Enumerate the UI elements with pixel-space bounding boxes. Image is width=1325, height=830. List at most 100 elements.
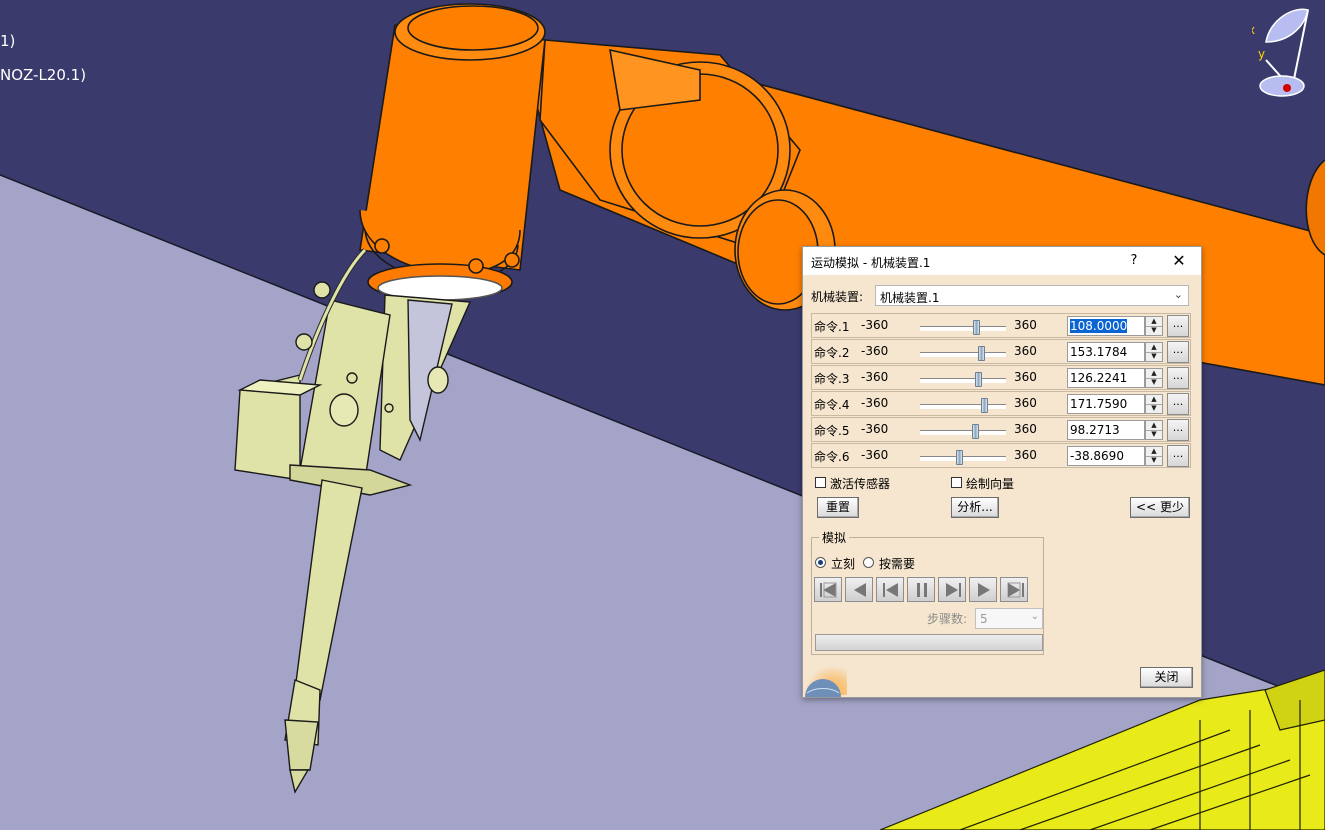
activate-sensors-label: 激活传感器 — [830, 477, 891, 491]
command-more-button[interactable]: ... — [1167, 445, 1189, 467]
command-value-field[interactable]: 171.7590 — [1067, 394, 1145, 414]
chevron-down-icon: ⌄ — [1030, 611, 1039, 622]
command-more-button[interactable]: ... — [1167, 419, 1189, 441]
spin-down-icon[interactable]: ▼ — [1146, 352, 1162, 361]
spin-down-icon[interactable]: ▼ — [1146, 430, 1162, 439]
jump-to-end-icon — [1007, 582, 1024, 598]
immediate-label: 立刻 — [831, 557, 856, 571]
pause-button[interactable] — [907, 577, 935, 602]
play-forward-icon — [978, 583, 990, 597]
chevron-down-icon: ⌄ — [1173, 288, 1183, 301]
less-button[interactable]: << 更少 — [1130, 497, 1190, 518]
command-min: -360 — [861, 344, 889, 358]
command-spinner[interactable]: ▲ ▼ — [1145, 342, 1163, 362]
command-value: 153.1784 — [1070, 345, 1128, 359]
spin-down-icon[interactable]: ▼ — [1146, 456, 1162, 465]
command-value-field[interactable]: 126.2241 — [1067, 368, 1145, 388]
command-value-field[interactable]: 108.0000 — [1067, 316, 1145, 336]
mechanism-select-value: 机械装置.1 — [880, 291, 940, 305]
dialog-titlebar[interactable]: 运动模拟 - 机械装置.1 ? ✕ — [803, 247, 1201, 275]
command-min: -360 — [861, 370, 889, 384]
analyze-button[interactable]: 分析... — [951, 497, 999, 518]
command-more-button[interactable]: ... — [1167, 341, 1189, 363]
command-value-field[interactable]: 98.2713 — [1067, 420, 1145, 440]
draw-vectors-checkbox[interactable] — [951, 477, 962, 488]
compass-y-label: y — [1258, 47, 1265, 61]
dialog-title: 运动模拟 - 机械装置.1 — [811, 256, 931, 270]
command-max: 360 — [1014, 370, 1037, 384]
simulation-group-title: 模拟 — [819, 529, 850, 546]
reset-button[interactable]: 重置 — [817, 497, 859, 518]
command-slider-track[interactable] — [920, 378, 1006, 383]
command-max: 360 — [1014, 448, 1037, 462]
command-spinner[interactable]: ▲ ▼ — [1145, 316, 1163, 336]
play-forward-button[interactable] — [969, 577, 997, 602]
command-slider-thumb[interactable] — [978, 346, 986, 361]
immediate-radio[interactable] — [815, 557, 826, 568]
command-slider-thumb[interactable] — [980, 398, 988, 413]
spin-down-icon[interactable]: ▼ — [1146, 404, 1162, 413]
command-spinner[interactable]: ▲ ▼ — [1145, 394, 1163, 414]
command-value: 171.7590 — [1070, 397, 1128, 411]
draw-vectors-label: 绘制向量 — [966, 477, 1015, 491]
compass-x-label: x — [1252, 23, 1255, 37]
command-name: 命令.5 — [814, 424, 850, 438]
command-name: 命令.3 — [814, 372, 850, 386]
command-slider-track[interactable] — [920, 352, 1006, 357]
command-min: -360 — [861, 422, 889, 436]
command-spinner[interactable]: ▲ ▼ — [1145, 446, 1163, 466]
jump-to-end-button[interactable] — [1000, 577, 1028, 602]
kinematics-simulation-dialog: 运动模拟 - 机械装置.1 ? ✕ 机械装置: 机械装置.1 ⌄ 命令.1 -36… — [802, 246, 1202, 698]
command-value-field[interactable]: -38.8690 — [1067, 446, 1145, 466]
close-button[interactable]: 关闭 — [1140, 667, 1193, 688]
command-slider-thumb[interactable] — [972, 320, 980, 335]
command-spinner[interactable]: ▲ ▼ — [1145, 420, 1163, 440]
command-spinner[interactable]: ▲ ▼ — [1145, 368, 1163, 388]
command-slider-thumb[interactable] — [972, 424, 980, 439]
activate-sensors-checkbox[interactable] — [815, 477, 826, 488]
jump-to-start-button[interactable] — [814, 577, 842, 602]
command-slider-track[interactable] — [920, 456, 1006, 461]
command-more-button[interactable]: ... — [1167, 367, 1189, 389]
spec-tree-line-1[interactable]: 1) — [0, 32, 15, 50]
play-backward-icon — [854, 583, 866, 597]
spin-down-icon[interactable]: ▼ — [1146, 378, 1162, 387]
simulation-progress-bar — [815, 634, 1043, 651]
command-min: -360 — [861, 318, 889, 332]
command-row: 命令.6 -360 360 -38.8690 ▲ ▼... — [811, 443, 1191, 468]
step-backward-button[interactable] — [876, 577, 904, 602]
step-forward-icon — [946, 583, 961, 597]
command-slider-track[interactable] — [920, 326, 1006, 331]
step-forward-button[interactable] — [938, 577, 966, 602]
command-slider-thumb[interactable] — [974, 372, 982, 387]
command-row: 命令.2 -360 360 153.1784 ▲ ▼... — [811, 339, 1191, 364]
command-name: 命令.1 — [814, 320, 850, 334]
command-min: -360 — [861, 396, 889, 410]
command-value: -38.8690 — [1070, 449, 1124, 463]
spin-down-icon[interactable]: ▼ — [1146, 326, 1162, 335]
spec-tree-line-2[interactable]: NOZ-L20.1) — [0, 66, 86, 84]
command-more-button[interactable]: ... — [1167, 393, 1189, 415]
compass-icon[interactable]: x y — [1252, 4, 1324, 104]
pause-icon — [917, 583, 927, 597]
command-more-button[interactable]: ... — [1167, 315, 1189, 337]
command-value: 108.0000 — [1070, 319, 1128, 333]
play-backward-button[interactable] — [845, 577, 873, 602]
jump-to-start-icon — [820, 582, 837, 598]
command-name: 命令.6 — [814, 450, 850, 464]
steps-select[interactable]: 5 ⌄ — [975, 608, 1043, 629]
command-slider-track[interactable] — [920, 430, 1006, 435]
command-slider-thumb[interactable] — [955, 450, 963, 465]
command-max: 360 — [1014, 344, 1037, 358]
help-button[interactable]: ? — [1123, 251, 1145, 271]
close-icon[interactable]: ✕ — [1167, 250, 1191, 272]
command-max: 360 — [1014, 422, 1037, 436]
globe-icon — [805, 679, 841, 697]
on-request-radio[interactable] — [863, 557, 874, 568]
command-value-field[interactable]: 153.1784 — [1067, 342, 1145, 362]
mechanism-select[interactable]: 机械装置.1 ⌄ — [875, 285, 1189, 306]
command-slider-track[interactable] — [920, 404, 1006, 409]
command-value: 126.2241 — [1070, 371, 1128, 385]
steps-label: 步骤数: — [927, 612, 968, 626]
command-row: 命令.3 -360 360 126.2241 ▲ ▼... — [811, 365, 1191, 390]
